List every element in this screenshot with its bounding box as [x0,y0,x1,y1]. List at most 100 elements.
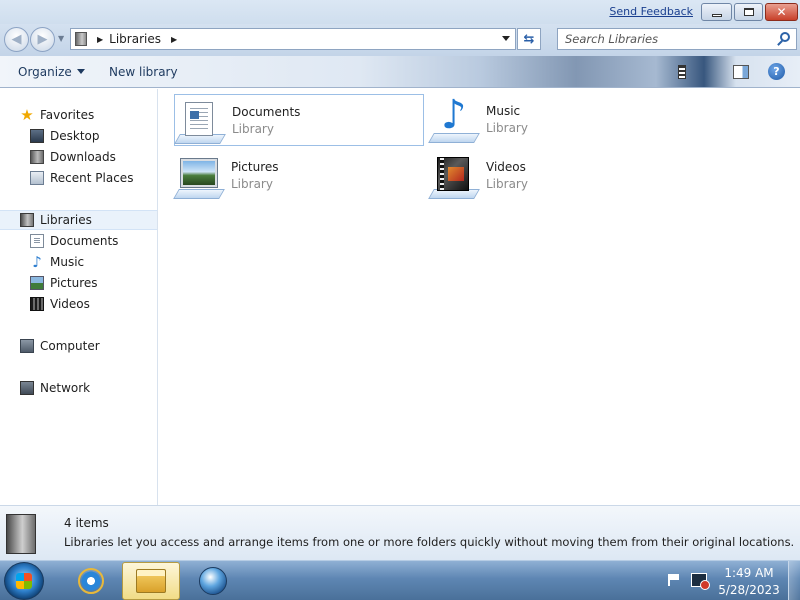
breadcrumb-separator-icon[interactable]: ▶ [97,35,103,44]
address-dropdown-icon[interactable] [502,36,510,41]
library-type: Library [486,177,528,191]
videos-library-icon [428,153,480,199]
taskbar-windows-explorer[interactable] [122,562,180,600]
action-center-flag-icon[interactable] [668,574,680,586]
pictures-library-icon [173,153,225,199]
address-bar[interactable]: ▶ Libraries ▶ [70,28,516,50]
nav-label: Music [50,255,85,269]
breadcrumb-separator-icon[interactable]: ▶ [171,35,177,44]
library-tile-videos[interactable]: Videos Library [428,150,679,202]
help-icon: ? [773,65,780,78]
organize-button[interactable]: Organize [18,65,85,79]
taskbar: 1:49 AM 5/28/2023 [0,560,800,600]
new-library-button[interactable]: New library [109,65,178,79]
item-count: 4 items [64,516,109,530]
taskbar-internet-explorer[interactable] [62,562,120,600]
library-name: Documents [232,105,301,119]
library-tile-pictures[interactable]: Pictures Library [173,150,424,202]
minimize-icon [711,13,722,17]
details-pane: 4 items Libraries let you access and arr… [0,505,800,560]
refresh-button[interactable]: ⇆ [517,28,541,50]
nav-music[interactable]: ♪ Music [0,252,157,272]
send-feedback-link[interactable]: Send Feedback [609,5,693,18]
nav-documents[interactable]: Documents [0,231,157,251]
nav-pictures[interactable]: Pictures [0,273,157,293]
preview-pane-button[interactable] [733,65,749,79]
libraries-large-icon [6,514,36,554]
star-icon: ★ [20,106,34,124]
nav-downloads[interactable]: Downloads [0,147,157,167]
folder-icon [136,569,166,593]
documents-library-icon [174,98,226,144]
command-toolbar: Organize New library ? [0,56,800,88]
forward-arrow-icon: ▶ [37,32,48,47]
network-icon [20,381,34,395]
search-icon[interactable] [780,32,790,42]
internet-explorer-icon [78,568,104,594]
music-library-icon: ♪ [428,95,480,143]
picture-icon [30,276,44,290]
nav-label: Network [40,381,91,395]
nav-label: Videos [50,297,90,311]
nav-label: Libraries [40,213,92,227]
refresh-icon: ⇆ [523,31,535,47]
nav-libraries[interactable]: Libraries [0,210,157,230]
recent-pages-dropdown[interactable]: ▼ [58,34,64,43]
recent-places-icon [30,171,44,185]
document-icon [30,234,44,248]
clock-time[interactable]: 1:49 AM [716,566,782,580]
library-type: Library [231,177,273,191]
library-type: Library [486,121,528,135]
change-view-button[interactable] [678,65,686,79]
back-arrow-icon: ◀ [11,32,22,47]
clock-date[interactable]: 5/28/2023 [716,583,782,597]
nav-label: Desktop [50,129,100,143]
back-button[interactable]: ◀ [4,27,29,52]
breadcrumb-libraries[interactable]: Libraries [109,32,161,46]
help-button[interactable]: ? [768,63,785,80]
nav-label: Pictures [50,276,98,290]
navigation-pane: ★ Favorites Desktop Downloads Recent Pla… [0,89,158,505]
start-button[interactable] [4,562,44,600]
library-content-area: Documents Library ♪ Music Library Pictur… [159,89,800,505]
film-strip-icon [30,297,44,311]
nav-label: Downloads [50,150,116,164]
computer-icon [20,339,34,353]
chevron-down-icon [76,69,85,74]
navigation-bar: ◀ ▶ ▼ ▶ Libraries ▶ ⇆ [0,24,800,56]
nav-label: Computer [40,339,100,353]
search-box[interactable] [557,28,797,50]
windows-logo-icon [16,573,32,589]
nav-label: Recent Places [50,171,134,185]
library-name: Pictures [231,160,279,174]
library-type: Library [232,122,274,136]
nav-favorites[interactable]: ★ Favorites [0,105,157,125]
close-button[interactable]: ✕ [765,3,798,21]
desktop-icon [30,129,44,143]
show-desktop-button[interactable] [788,561,800,600]
window-titlebar: Send Feedback ✕ [0,0,800,24]
library-tile-documents[interactable]: Documents Library [174,94,424,146]
network-status-icon[interactable] [691,573,710,590]
libraries-icon [75,32,87,46]
details-description: Libraries let you access and arrange ite… [64,535,795,549]
nav-recent-places[interactable]: Recent Places [0,168,157,188]
nav-desktop[interactable]: Desktop [0,126,157,146]
library-tile-music[interactable]: ♪ Music Library [428,94,679,146]
search-input[interactable] [558,29,768,49]
media-player-icon [199,567,227,595]
nav-computer[interactable]: Computer [0,336,157,356]
nav-label: Documents [50,234,119,248]
nav-label: Favorites [40,108,95,122]
restore-icon [743,8,754,16]
nav-videos[interactable]: Videos [0,294,157,314]
downloads-icon [30,150,44,164]
restore-button[interactable] [734,3,763,21]
library-name: Videos [486,160,526,174]
forward-button[interactable]: ▶ [30,27,55,52]
taskbar-media-player[interactable] [184,562,242,600]
minimize-button[interactable] [701,3,732,21]
close-icon: ✕ [776,5,787,19]
nav-network[interactable]: Network [0,378,157,398]
music-note-icon: ♪ [32,253,42,271]
